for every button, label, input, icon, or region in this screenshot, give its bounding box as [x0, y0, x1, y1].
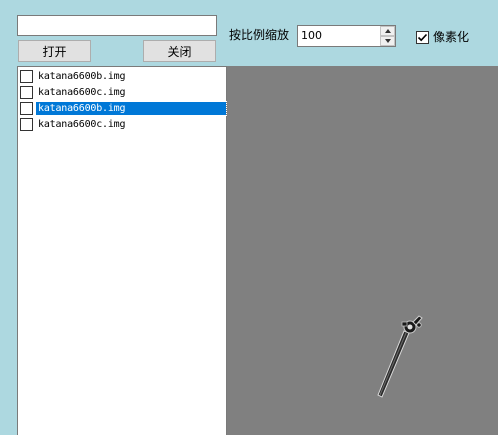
katana-sprite-icon [377, 315, 423, 398]
file-list[interactable]: katana6600b.img katana6600c.img katana66… [17, 66, 227, 435]
open-button[interactable]: 打开 [18, 40, 91, 62]
arrow-down-icon [384, 39, 391, 43]
path-input[interactable] [17, 15, 217, 36]
scale-value[interactable]: 100 [301, 28, 322, 44]
list-item[interactable]: katana6600c.img [20, 84, 226, 100]
preview-canvas[interactable] [227, 66, 498, 435]
checkbox-icon[interactable] [20, 69, 33, 83]
close-button[interactable]: 关闭 [143, 40, 216, 62]
checkbox-icon[interactable] [20, 117, 33, 131]
scale-label: 按比例缩放 [229, 28, 290, 42]
arrow-up-icon [384, 29, 391, 33]
file-name: katana6600c.img [38, 118, 126, 130]
list-item-selected[interactable]: katana6600b.img [20, 100, 227, 116]
checkbox-icon[interactable] [20, 85, 33, 99]
file-name: katana6600c.img [38, 86, 126, 98]
scale-spinner[interactable]: 100 [297, 25, 396, 47]
pixelate-label: 像素化 [433, 30, 470, 44]
pixelate-checkbox[interactable]: 像素化 [416, 29, 469, 45]
list-item[interactable]: katana6600c.img [20, 116, 226, 132]
file-name: katana6600b.img [35, 100, 227, 116]
file-name: katana6600b.img [38, 70, 126, 82]
spin-down-button[interactable] [380, 36, 395, 46]
spin-up-button[interactable] [380, 26, 395, 36]
checkbox-icon[interactable] [20, 101, 33, 115]
checkbox-checked-icon[interactable] [416, 30, 429, 44]
list-item[interactable]: katana6600b.img [20, 68, 226, 84]
